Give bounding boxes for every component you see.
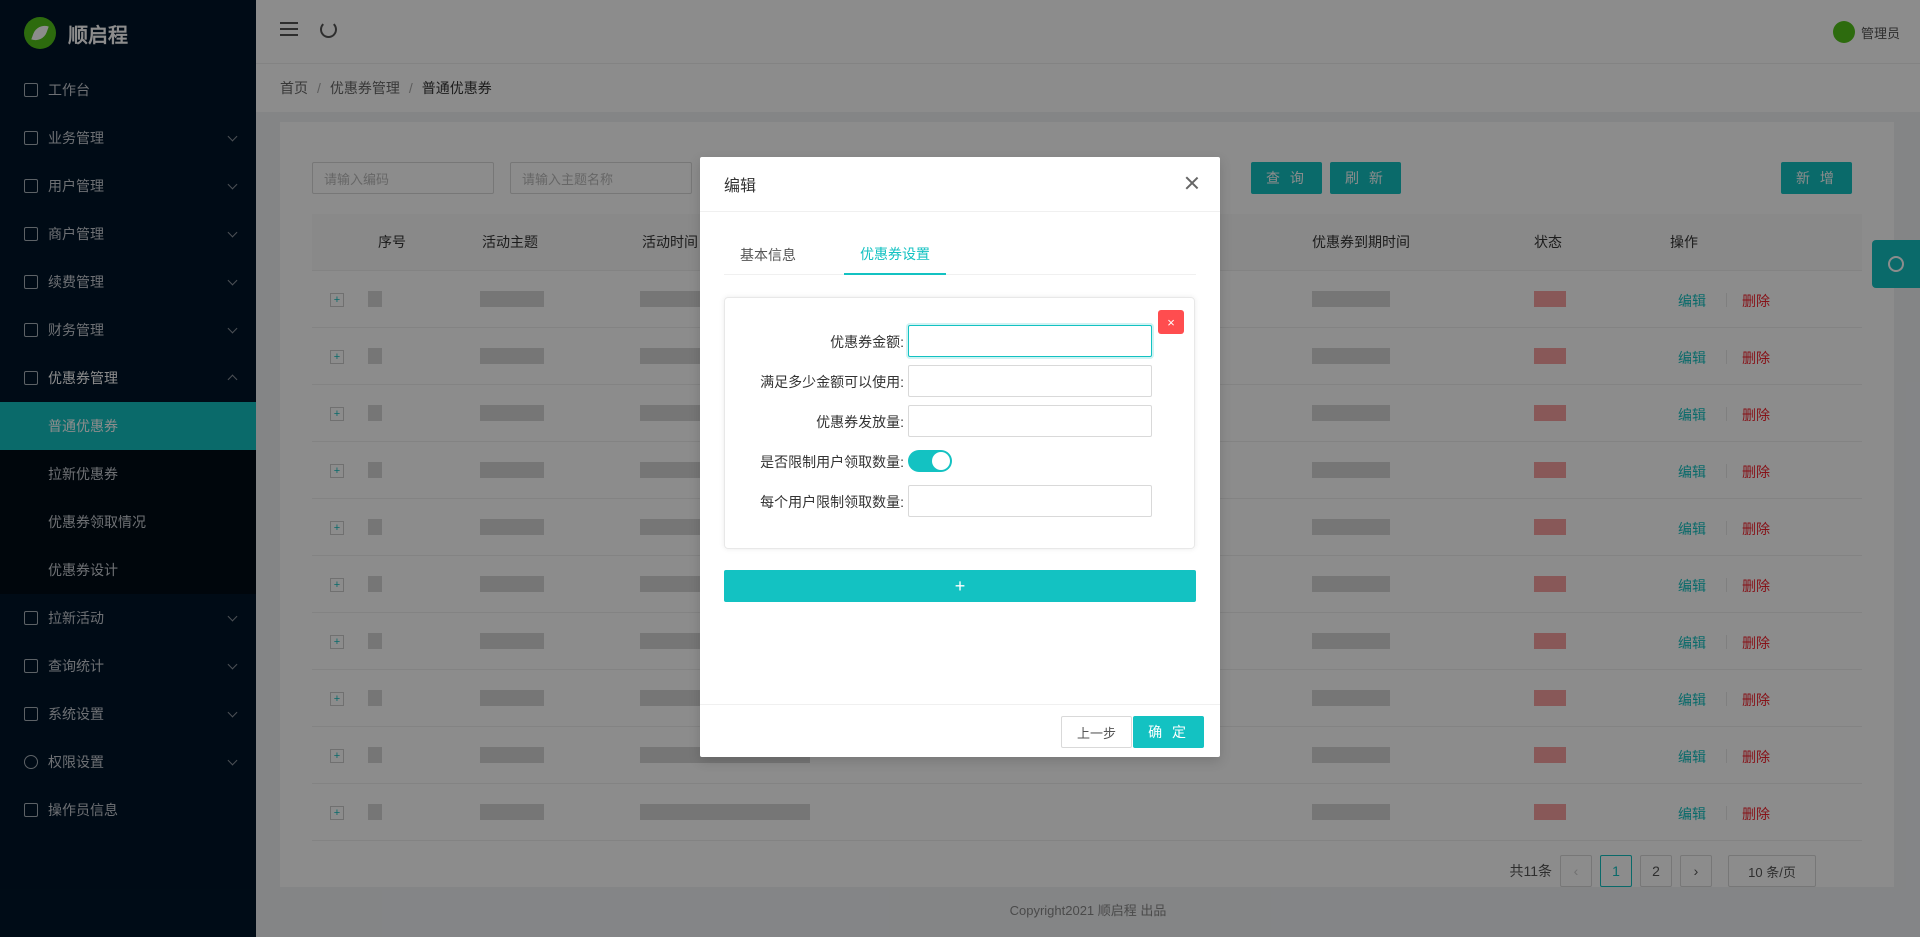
quantity-input[interactable] (908, 405, 1152, 437)
limit-toggle-switch[interactable] (908, 450, 952, 472)
per-user-limit-label: 每个用户限制领取数量: (760, 494, 904, 510)
modal-tabs: 基本信息 优惠券设置 (724, 235, 1196, 275)
edit-modal: 编辑 基本信息 优惠券设置 × 优惠券金额: 满足多少金额可以使用: 优惠券发放… (700, 157, 1220, 757)
amount-row: 优惠券金额: (725, 325, 1196, 357)
quantity-row: 优惠券发放量: (725, 405, 1196, 437)
min-amount-row: 满足多少金额可以使用: (725, 365, 1196, 397)
add-coupon-button[interactable]: + (724, 570, 1196, 602)
confirm-button[interactable]: 确 定 (1133, 716, 1204, 748)
quantity-label: 优惠券发放量: (816, 414, 904, 430)
modal-footer: 上一步 确 定 (700, 704, 1220, 757)
per-user-limit-row: 每个用户限制领取数量: (725, 485, 1196, 517)
modal-title: 编辑 (700, 157, 1220, 212)
tab-basic-info[interactable]: 基本信息 (740, 235, 796, 275)
close-icon[interactable] (1184, 175, 1200, 191)
prev-step-button[interactable]: 上一步 (1060, 716, 1132, 748)
amount-input[interactable] (908, 325, 1152, 357)
limit-toggle-label: 是否限制用户领取数量: (760, 454, 904, 470)
min-amount-input[interactable] (908, 365, 1152, 397)
limit-toggle-row: 是否限制用户领取数量: (725, 445, 1196, 477)
amount-label: 优惠券金额: (830, 334, 904, 350)
per-user-limit-input[interactable] (908, 485, 1152, 517)
tab-coupon-settings[interactable]: 优惠券设置 (844, 235, 946, 275)
coupon-setting-card: × 优惠券金额: 满足多少金额可以使用: 优惠券发放量: 是否限制用户领取数量:… (724, 297, 1195, 549)
min-amount-label: 满足多少金额可以使用: (760, 374, 904, 390)
